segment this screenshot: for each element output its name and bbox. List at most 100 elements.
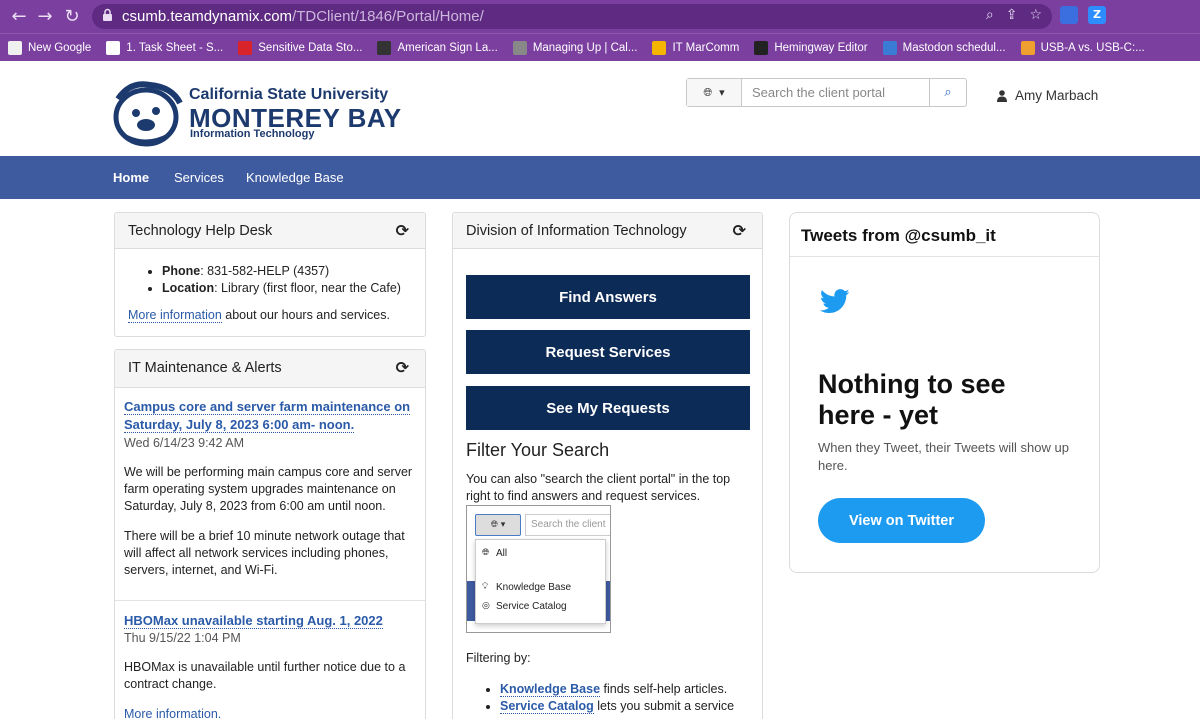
location-value: : Library (first floor, near the Cafe) (214, 281, 401, 295)
z-ext-icon[interactable]: Z (1088, 6, 1106, 24)
nav-home[interactable]: Home (113, 170, 149, 185)
globe-icon: 🌐︎ (703, 85, 713, 99)
refresh-icon[interactable]: ⟳ (733, 221, 746, 240)
main-nav: Home Services Knowledge Base (0, 156, 1200, 199)
request-services-button[interactable]: Request Services (466, 330, 750, 374)
site-header: California State University MONTEREY BAY… (0, 61, 1200, 156)
bookmark-item[interactable]: Managing Up | Cal... (512, 40, 637, 55)
globe-icon: 🌐︎ (482, 548, 490, 558)
twitter-bird-icon (820, 289, 850, 313)
alert-title-text[interactable]: Campus core and server farm maintenance … (124, 399, 411, 433)
user-menu[interactable]: Amy Marbach (997, 88, 1098, 103)
bookmark-label: 1. Task Sheet - S... (126, 41, 224, 54)
bookmark-item[interactable]: Hemingway Editor (754, 40, 868, 55)
portal-search: 🌐︎ ▾ ⌕ (686, 78, 967, 107)
lock-icon (102, 8, 114, 24)
alert-body: There will be a brief 10 minute network … (124, 529, 405, 577)
location-label: Location (162, 281, 215, 295)
mini-option-label: All (496, 548, 508, 559)
twitter-empty-heading: Nothing to see here - yet (818, 369, 1006, 430)
alert-title[interactable]: Campus core and server farm maintenance … (124, 398, 419, 434)
address-bar[interactable]: csumb.teamdynamix.com/TDClient/1846/Port… (92, 4, 1052, 29)
bookmark-item[interactable]: New Google (8, 40, 91, 55)
filter-heading: Filter Your Search (466, 440, 610, 460)
bookmark-item[interactable]: Sensitive Data Sto... (238, 40, 363, 55)
knowledge-base-link[interactable]: Knowledge Base (500, 682, 601, 697)
bookmark-item[interactable]: 1. Task Sheet - S... (106, 40, 224, 55)
sidebar-icon[interactable] (1144, 6, 1162, 24)
alert-divider (115, 600, 425, 601)
target-icon: ◎ (482, 601, 490, 611)
mini-search-field: Search the client (525, 514, 610, 536)
h-icon (754, 40, 769, 55)
bookmark-item[interactable]: Mastodon schedul... (882, 40, 1006, 55)
user-name: Amy Marbach (1015, 88, 1099, 103)
star-icon[interactable]: ☆ (1029, 7, 1042, 23)
zoom-icon[interactable]: ⌕ (986, 7, 994, 23)
browser-toolbar: ← → ↻ csumb.teamdynamix.com/TDClient/184… (0, 0, 1200, 33)
managing-up-icon (512, 40, 527, 55)
refresh-icon[interactable]: ⟳ (396, 358, 409, 377)
alert-body: We will be performing main campus core a… (124, 465, 413, 513)
mini-option-label: Service Catalog (496, 601, 567, 612)
more-information-link[interactable]: More information (128, 308, 222, 323)
refresh-icon[interactable]: ⟳ (396, 221, 409, 240)
back-arrow-icon[interactable]: ← (8, 6, 30, 28)
url-host: csumb.teamdynamix.com (122, 8, 293, 25)
bookmark-item[interactable]: IT MarComm (652, 40, 739, 55)
alert-date: Wed 6/14/23 9:42 AM (124, 436, 244, 450)
search-scope-screenshot: 🌐︎ ▾ Search the client 🌐︎ All 💡︎ Knowledge… (466, 505, 611, 633)
bookmark-item[interactable]: American Sign La... (377, 40, 498, 55)
nav-services[interactable]: Services (174, 170, 224, 185)
bookmarks-bar: New Google 1. Task Sheet - S... Sensitive … (0, 33, 1200, 61)
mini-option-service-catalog: ◎ Service Catalog (482, 601, 567, 612)
extensions-bar: Z (1060, 6, 1162, 24)
bookmark-ext-icon[interactable] (1060, 6, 1078, 24)
helpdesk-title: Technology Help Desk (128, 223, 273, 239)
more-information-text: about our hours and services. (221, 308, 390, 322)
division-panel: Division of Information Technology ⟳ Fin… (452, 212, 763, 719)
find-answers-button[interactable]: Find Answers (466, 275, 750, 319)
service-catalog-link[interactable]: Service Catalog (500, 699, 594, 714)
nav-knowledge-base[interactable]: Knowledge Base (246, 170, 344, 185)
caret-down-icon: ▾ (719, 86, 725, 99)
reload-icon[interactable]: ↻ (61, 6, 83, 28)
url-path: /TDClient/1846/Portal/Home/ (292, 8, 484, 25)
folder-icon (8, 40, 22, 55)
forward-arrow-icon[interactable]: → (34, 6, 56, 28)
puzzle-icon[interactable] (1116, 6, 1134, 24)
phone-label: Phone (162, 264, 201, 278)
share-icon[interactable]: ⇪ (1006, 7, 1018, 23)
alert-more-link[interactable]: More information. (124, 707, 222, 719)
check-icon (106, 40, 121, 55)
alert-title-text[interactable]: HBOMax unavailable starting Aug. 1, 2022 (124, 613, 383, 629)
bookmark-item[interactable]: USB-A vs. USB-C:... (1020, 40, 1145, 55)
search-input[interactable] (742, 79, 929, 106)
logo-university-name: California State University (189, 86, 389, 103)
search-scope-dropdown[interactable]: 🌐︎ ▾ (687, 79, 742, 106)
bookmark-label: USB-A vs. USB-C:... (1040, 41, 1145, 54)
otter-logo-icon[interactable] (110, 77, 186, 147)
twitter-panel: Tweets from @csumb_it Nothing to see her… (789, 212, 1100, 573)
helpdesk-more: More information about our hours and ser… (128, 308, 390, 323)
helpdesk-panel: Technology Help Desk ⟳ Phone: 831-582-HE… (114, 212, 426, 337)
twitter-divider (790, 256, 1099, 257)
view-on-twitter-button[interactable]: View on Twitter (818, 498, 985, 543)
phone-value: : 831-582-HELP (4357) (200, 264, 330, 278)
mini-scope-button: 🌐︎ ▾ (475, 514, 521, 536)
cloud-icon (652, 40, 667, 55)
bookmark-label: Sensitive Data Sto... (258, 41, 363, 54)
filter-description: You can also "search the client portal" … (466, 472, 731, 503)
helpdesk-phone: Phone: 831-582-HELP (4357) (162, 263, 401, 280)
alert-more: More information. (124, 706, 414, 719)
logo-department: Information Technology (190, 128, 315, 140)
search-button[interactable]: ⌕ (929, 79, 966, 106)
b-icon (1020, 40, 1035, 55)
see-my-requests-button[interactable]: See My Requests (466, 386, 750, 430)
filter-item-knowledge-base: Knowledge Base finds self-help articles. (500, 681, 734, 698)
alerts-title: IT Maintenance & Alerts (128, 360, 282, 376)
clock-icon (882, 40, 897, 55)
search-icon: ⌕ (944, 85, 952, 100)
alert-title[interactable]: HBOMax unavailable starting Aug. 1, 2022 (124, 612, 419, 630)
mini-option-knowledge-base: 💡︎ Knowledge Base (482, 582, 571, 593)
